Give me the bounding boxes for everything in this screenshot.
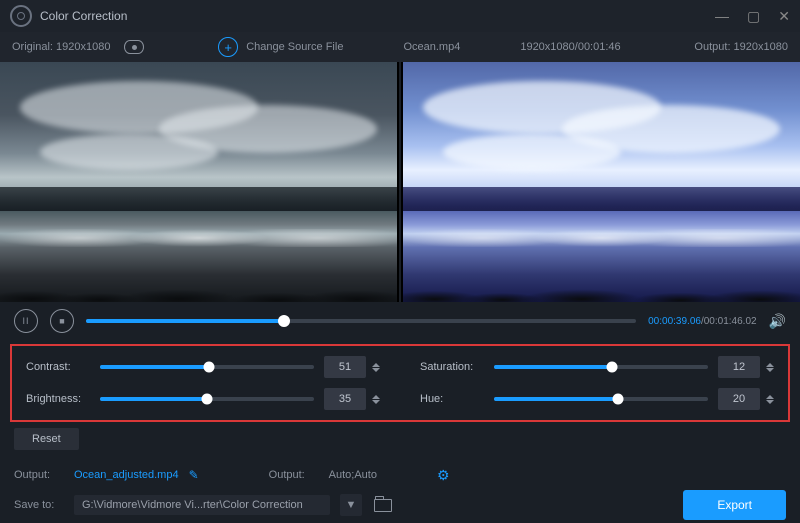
footer: Output: Ocean_adjusted.mp4 ✎ Output: Aut… bbox=[0, 458, 800, 523]
pause-button[interactable]: II bbox=[14, 309, 38, 333]
output-file-label: Output: bbox=[14, 469, 64, 481]
contrast-control: Contrast: bbox=[26, 356, 380, 378]
hue-slider[interactable] bbox=[494, 397, 708, 401]
titlebar: Color Correction — ▢ ✕ bbox=[0, 0, 800, 32]
save-path[interactable]: G:\Vidmore\Vidmore Vi...rter\Color Corre… bbox=[74, 495, 330, 515]
volume-icon[interactable]: 🔊 bbox=[769, 313, 786, 330]
contrast-slider[interactable] bbox=[100, 365, 314, 369]
hue-input[interactable] bbox=[718, 388, 760, 410]
playback-bar: II ■ 00:00:39.06/00:01:46.02 🔊 bbox=[0, 302, 800, 340]
hue-control: Hue: bbox=[420, 388, 774, 410]
output-settings-label: Output: bbox=[269, 469, 319, 481]
total-time: 00:01:46.02 bbox=[704, 316, 757, 327]
color-controls-panel: Contrast: Saturation: Brightness: Hue: bbox=[10, 344, 790, 422]
saturation-down[interactable] bbox=[766, 368, 774, 372]
contrast-input[interactable] bbox=[324, 356, 366, 378]
preview-adjusted bbox=[403, 62, 800, 302]
preview-original bbox=[0, 62, 397, 302]
source-resolution-duration: 1920x1080/00:01:46 bbox=[520, 41, 620, 53]
folder-icon bbox=[374, 499, 392, 512]
output-filename: Ocean_adjusted.mp4 bbox=[74, 469, 179, 481]
minimize-button[interactable]: — bbox=[715, 9, 729, 23]
stop-button[interactable]: ■ bbox=[50, 309, 74, 333]
save-to-label: Save to: bbox=[14, 499, 64, 511]
brightness-control: Brightness: bbox=[26, 388, 380, 410]
maximize-button[interactable]: ▢ bbox=[747, 9, 760, 23]
output-settings-gear-icon[interactable]: ⚙ bbox=[437, 467, 450, 484]
current-time: 00:00:39.06 bbox=[648, 316, 701, 327]
save-path-dropdown[interactable]: ▼ bbox=[340, 494, 362, 516]
saturation-up[interactable] bbox=[766, 363, 774, 367]
edit-output-filename-icon[interactable]: ✎ bbox=[189, 468, 199, 482]
output-settings-value: Auto;Auto bbox=[329, 469, 377, 481]
window-title: Color Correction bbox=[40, 9, 127, 23]
contrast-label: Contrast: bbox=[26, 361, 90, 373]
hue-down[interactable] bbox=[766, 400, 774, 404]
hue-up[interactable] bbox=[766, 395, 774, 399]
hue-label: Hue: bbox=[420, 393, 484, 405]
saturation-input[interactable] bbox=[718, 356, 760, 378]
brightness-label: Brightness: bbox=[26, 393, 90, 405]
export-button[interactable]: Export bbox=[683, 490, 786, 520]
reset-button[interactable]: Reset bbox=[14, 428, 79, 450]
timeline-slider[interactable] bbox=[86, 319, 636, 323]
brightness-up[interactable] bbox=[372, 395, 380, 399]
source-filename: Ocean.mp4 bbox=[403, 41, 460, 53]
open-folder-button[interactable] bbox=[372, 494, 394, 516]
time-display: 00:00:39.06/00:01:46.02 bbox=[648, 316, 756, 327]
preview-toggle-icon[interactable] bbox=[124, 40, 144, 54]
change-source-button[interactable]: Change Source File bbox=[246, 41, 343, 53]
contrast-up[interactable] bbox=[372, 363, 380, 367]
add-source-icon[interactable]: + bbox=[218, 37, 238, 57]
brightness-input[interactable] bbox=[324, 388, 366, 410]
saturation-slider[interactable] bbox=[494, 365, 708, 369]
saturation-label: Saturation: bbox=[420, 361, 484, 373]
original-resolution: Original: 1920x1080 bbox=[12, 41, 110, 53]
preview-area bbox=[0, 62, 800, 302]
brightness-slider[interactable] bbox=[100, 397, 314, 401]
saturation-control: Saturation: bbox=[420, 356, 774, 378]
info-bar: Original: 1920x1080 + Change Source File… bbox=[0, 32, 800, 62]
brightness-down[interactable] bbox=[372, 400, 380, 404]
output-resolution: Output: 1920x1080 bbox=[694, 41, 788, 53]
app-logo-icon bbox=[10, 5, 32, 27]
close-button[interactable]: ✕ bbox=[778, 9, 790, 23]
contrast-down[interactable] bbox=[372, 368, 380, 372]
